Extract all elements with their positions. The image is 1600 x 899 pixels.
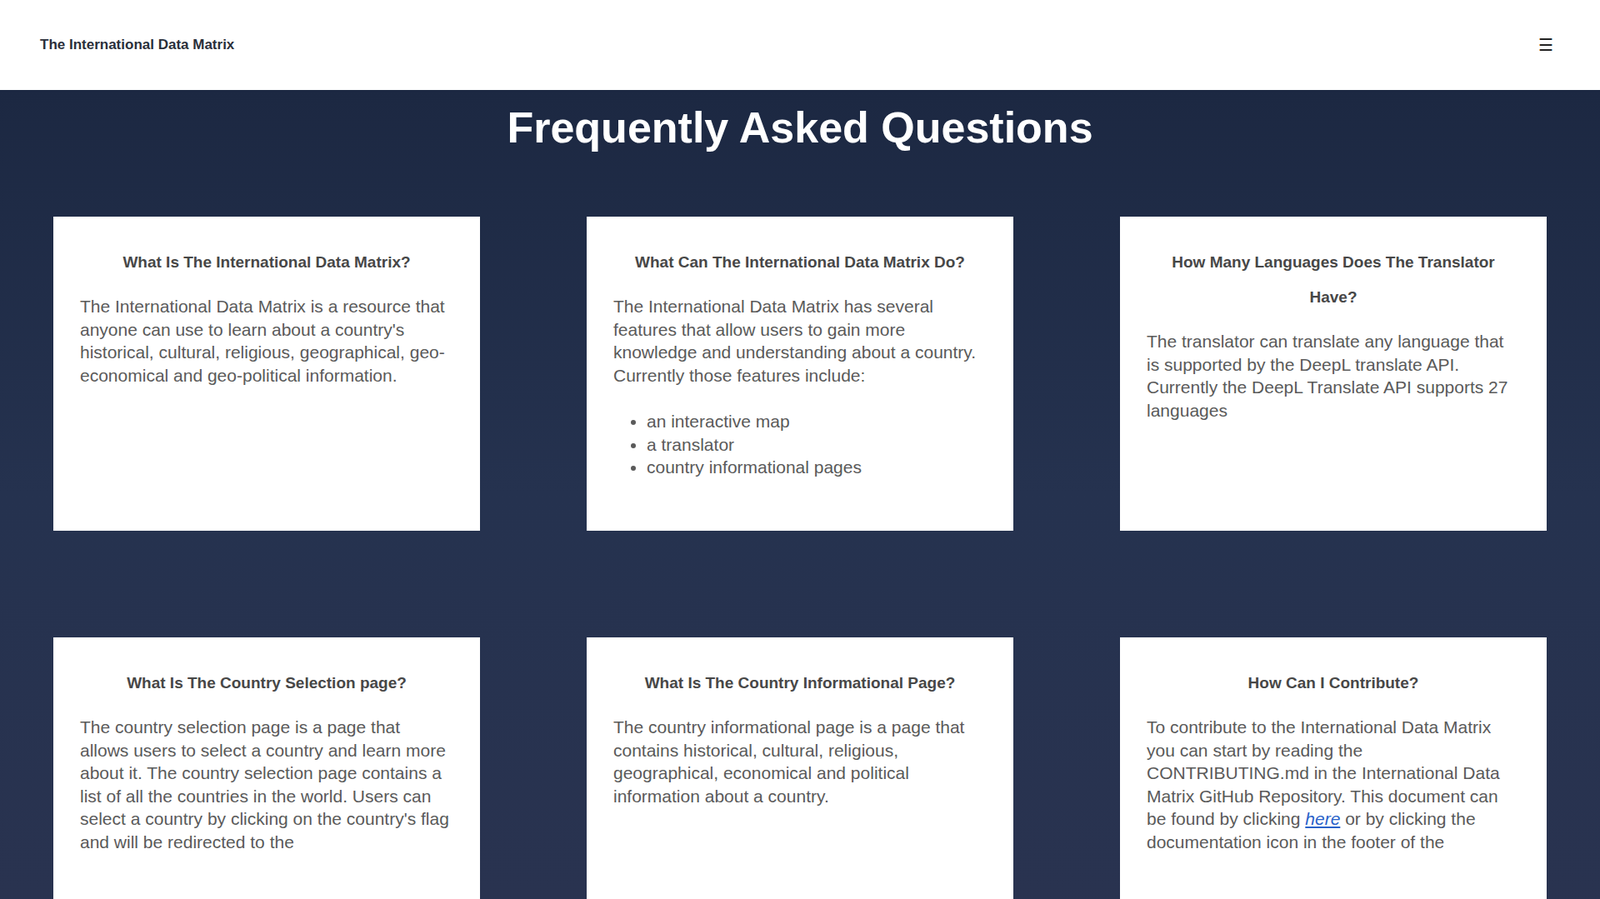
feature-item: country informational pages	[646, 455, 987, 480]
feature-item: a translator	[646, 433, 987, 457]
faq-card: How Can I Contribute? To contribute to th…	[1120, 637, 1547, 899]
faq-question: What Is The Country Selection page?	[80, 665, 454, 701]
answer-text: The International Data Matrix is a resou…	[80, 296, 445, 385]
faq-grid: What Is The International Data Matrix? Th…	[53, 216, 1547, 899]
brand[interactable]: The International Data Matrix	[40, 34, 235, 56]
faq-answer: To contribute to the International Data …	[1146, 715, 1520, 854]
answer-text: The country informational page is a page…	[613, 717, 965, 806]
faq-answer: The International Data Matrix has severa…	[613, 295, 987, 387]
faq-question: What Can The International Data Matrix D…	[613, 245, 987, 280]
here-link[interactable]: here	[1305, 809, 1340, 829]
menu-icon[interactable]: ☰	[1531, 33, 1560, 57]
answer-text: The translator can translate any languag…	[1146, 331, 1508, 420]
faq-card: What Is The Country Selection page? The c…	[53, 637, 480, 899]
faq-question: What Is The International Data Matrix?	[80, 245, 454, 280]
answer-text: The International Data Matrix has severa…	[613, 296, 976, 385]
faq-card: What Can The International Data Matrix D…	[586, 216, 1014, 531]
faq-question: How Can I Contribute?	[1146, 665, 1520, 701]
faq-question: What Is The Country Informational Page?	[613, 665, 987, 701]
page-title: Frequently Asked Questions	[53, 101, 1547, 154]
feature-list: an interactive mapa translatorcountry in…	[613, 410, 987, 480]
faq-question: How Many Languages Does The Translator H…	[1146, 245, 1520, 315]
faq-section: Frequently Asked Questions What Is The I…	[0, 90, 1600, 899]
faq-card: What Is The Country Informational Page? T…	[586, 637, 1014, 899]
feature-item: an interactive map	[646, 410, 987, 434]
answer-text: The country selection page is a page tha…	[80, 717, 450, 852]
site-header: The International Data Matrix ☰	[0, 0, 1600, 90]
faq-answer: The translator can translate any languag…	[1146, 330, 1520, 422]
faq-answer: The country selection page is a page tha…	[80, 715, 454, 854]
faq-card: How Many Languages Does The Translator H…	[1120, 216, 1547, 531]
faq-card: What Is The International Data Matrix? Th…	[53, 216, 480, 531]
faq-answer: The country informational page is a page…	[613, 715, 987, 808]
faq-answer: The International Data Matrix is a resou…	[80, 295, 454, 387]
